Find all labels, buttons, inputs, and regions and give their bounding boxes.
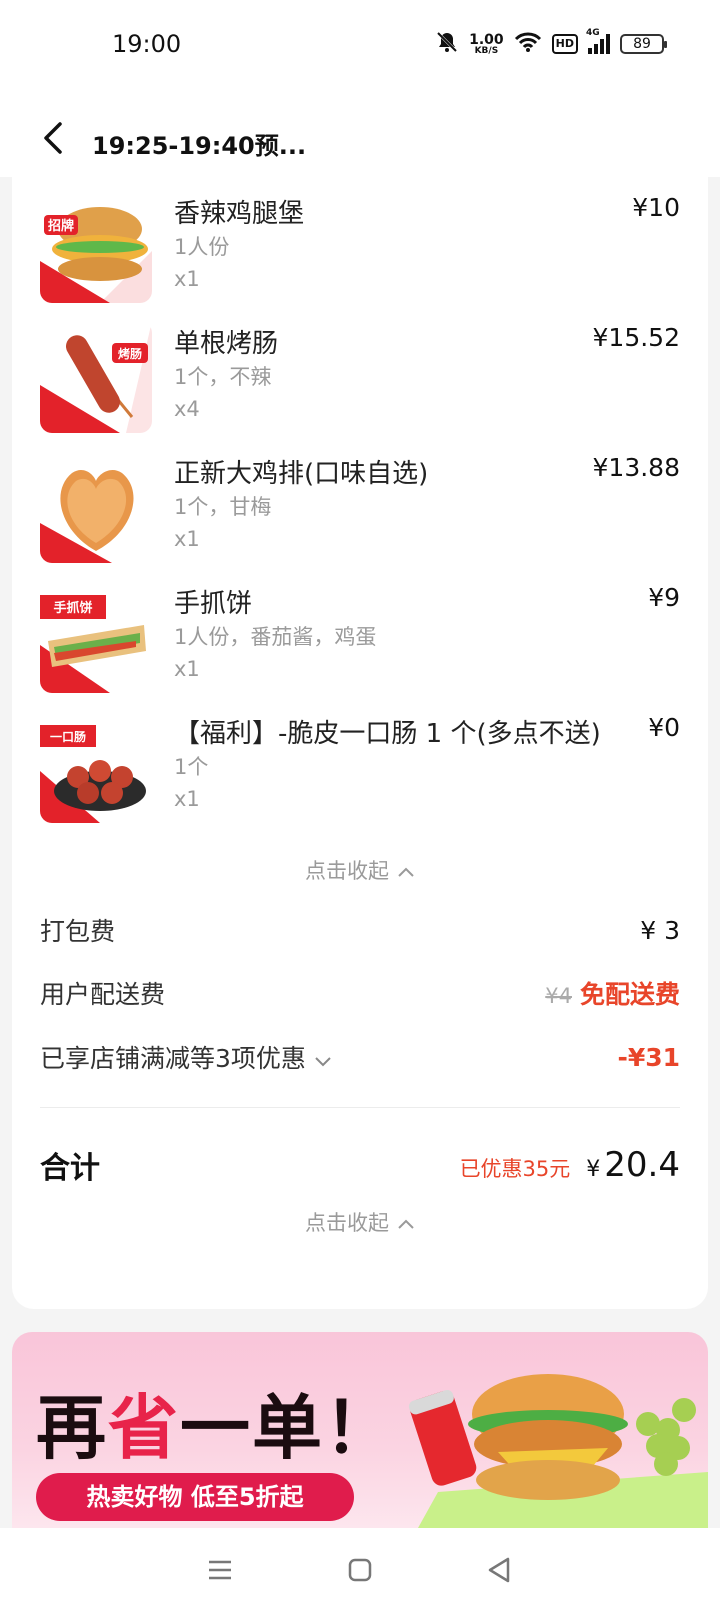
square-home-icon <box>348 1558 372 1582</box>
collapse-items-button[interactable]: 点击收起 <box>12 855 708 885</box>
chevron-up-icon <box>397 859 415 883</box>
network-speed: 1.00 KB/S <box>469 33 504 56</box>
item-spec: 1个 <box>174 755 209 779</box>
page-header: 19:25-19:40预... <box>0 92 720 177</box>
mini-sausage-thumbnail-icon: 一口肠 <box>40 711 152 823</box>
chicken-cutlet-thumbnail-icon <box>40 451 152 563</box>
item-badge-text: 烤肠 <box>118 346 142 361</box>
divider <box>40 1107 680 1108</box>
order-detail-card: 招牌 香辣鸡腿堡 1人份 x1 ¥10 烤肠 单根烤肠 1个，不辣 x4 ¥15… <box>12 177 708 1309</box>
chevron-up-icon <box>397 1211 415 1235</box>
home-nav-button[interactable] <box>342 1552 378 1588</box>
delivery-fee-free: 免配送费 <box>579 980 680 1009</box>
item-quantity: x1 <box>174 267 200 291</box>
status-bar: 19:00 1.00 KB/S HD 4G 89 <box>0 0 720 92</box>
delivery-fee-values: ¥4 免配送费 <box>545 975 680 1011</box>
delivery-fee-original: ¥4 <box>545 984 572 1008</box>
item-spec: 1个，不辣 <box>174 365 272 389</box>
menu-icon <box>209 1560 231 1580</box>
item-quantity: x1 <box>174 657 200 681</box>
item-price: ¥15.52 <box>592 323 680 352</box>
item-quantity: x1 <box>174 787 200 811</box>
item-badge-text: 招牌 <box>48 218 74 234</box>
item-price: ¥13.88 <box>592 453 680 482</box>
page-title: 19:25-19:40预... <box>92 132 307 160</box>
back-arrow-icon <box>44 122 62 154</box>
item-name: 香辣鸡腿堡 <box>174 199 305 229</box>
item-spec: 1人份 <box>174 235 230 259</box>
menu-nav-button[interactable] <box>202 1552 238 1588</box>
promo-banner[interactable]: 再省一单！ 热卖好物 低至5折起 <box>12 1332 708 1528</box>
item-name: 单根烤肠 <box>174 329 279 359</box>
banner-title-part1: 再 <box>36 1387 108 1469</box>
battery-indicator: 89 <box>620 34 667 54</box>
back-button[interactable] <box>36 120 72 156</box>
burger-thumbnail-icon: 招牌 <box>40 191 152 303</box>
total-amount: 20.4 <box>604 1145 680 1185</box>
item-quantity: x1 <box>174 527 200 551</box>
sausage-thumbnail-icon: 烤肠 <box>40 321 152 433</box>
burger-drink-illustration-icon <box>408 1374 708 1528</box>
item-price: ¥10 <box>632 193 680 222</box>
mute-bell-icon <box>435 30 459 58</box>
discount-row[interactable]: 已享店铺满减等3项优惠 -¥31 <box>40 1037 680 1077</box>
banner-title-part2: 一单！ <box>180 1387 396 1469</box>
total-values: 已优惠35元 ¥20.4 <box>460 1145 680 1185</box>
total-row: 合计 已优惠35元 ¥20.4 <box>40 1141 680 1189</box>
chevron-down-icon <box>314 1044 332 1073</box>
wifi-icon <box>514 31 542 57</box>
discount-value: -¥31 <box>617 1042 680 1072</box>
item-price: ¥9 <box>648 583 680 612</box>
wrap-thumbnail-icon: 手抓饼 <box>40 581 152 693</box>
network-speed-unit: KB/S <box>474 45 499 56</box>
item-badge-text: 手抓饼 <box>53 600 92 616</box>
total-currency: ¥ <box>586 1157 601 1182</box>
collapse-label: 点击收起 <box>305 859 389 883</box>
system-nav-bar <box>0 1528 720 1612</box>
item-name: 【福利】-脆皮一口肠 1 个(多点不送) <box>174 719 601 749</box>
delivery-fee-label: 用户配送费 <box>40 980 166 1009</box>
list-item[interactable]: 手抓饼 手抓饼 1人份，番茄酱，鸡蛋 x1 ¥9 <box>12 569 708 693</box>
banner-title-highlight: 省 <box>108 1387 180 1469</box>
packing-fee-label: 打包费 <box>40 917 116 946</box>
total-saved: 已优惠35元 <box>459 1157 571 1181</box>
discount-label: 已享店铺满减等3项优惠 <box>40 1044 306 1073</box>
delivery-fee-row: 用户配送费 ¥4 免配送费 <box>40 973 680 1013</box>
packing-fee-row: 打包费 ¥ 3 <box>40 910 680 950</box>
item-quantity: x4 <box>174 397 200 421</box>
list-item[interactable]: 正新大鸡排(口味自选) 1个，甘梅 x1 ¥13.88 <box>12 439 708 563</box>
item-spec: 1个，甘梅 <box>174 495 272 519</box>
list-item[interactable]: 一口肠 【福利】-脆皮一口肠 1 个(多点不送) 1个 x1 ¥0 <box>12 699 708 823</box>
item-name: 手抓饼 <box>174 589 253 619</box>
hd-badge: HD <box>551 34 578 54</box>
status-time: 19:00 <box>112 30 182 58</box>
item-spec: 1人份，番茄酱，鸡蛋 <box>174 625 377 649</box>
list-item[interactable]: 烤肠 单根烤肠 1个，不辣 x4 ¥15.52 <box>12 309 708 433</box>
back-nav-button[interactable] <box>482 1552 518 1588</box>
item-name: 正新大鸡排(口味自选) <box>174 459 429 489</box>
item-badge-text: 一口肠 <box>50 729 86 744</box>
signal-icon: 4G <box>586 28 610 54</box>
triangle-back-icon <box>488 1557 510 1583</box>
total-price: ¥20.4 <box>586 1145 680 1185</box>
list-item[interactable]: 招牌 香辣鸡腿堡 1人份 x1 ¥10 <box>12 179 708 303</box>
network-speed-value: 1.00 <box>469 31 504 48</box>
banner-title: 再省一单！ <box>36 1372 396 1473</box>
status-icons: 1.00 KB/S HD 4G 89 <box>435 28 667 58</box>
packing-fee-value: ¥ 3 <box>640 915 680 945</box>
discount-label-group: 已享店铺满减等3项优惠 <box>40 1039 332 1075</box>
signal-label: 4G <box>586 28 600 38</box>
total-label: 合计 <box>40 1151 100 1186</box>
item-price: ¥0 <box>648 713 680 742</box>
collapse-summary-button[interactable]: 点击收起 <box>12 1207 708 1237</box>
collapse-label: 点击收起 <box>305 1211 389 1235</box>
banner-promo-pill[interactable]: 热卖好物 低至5折起 <box>36 1473 354 1521</box>
